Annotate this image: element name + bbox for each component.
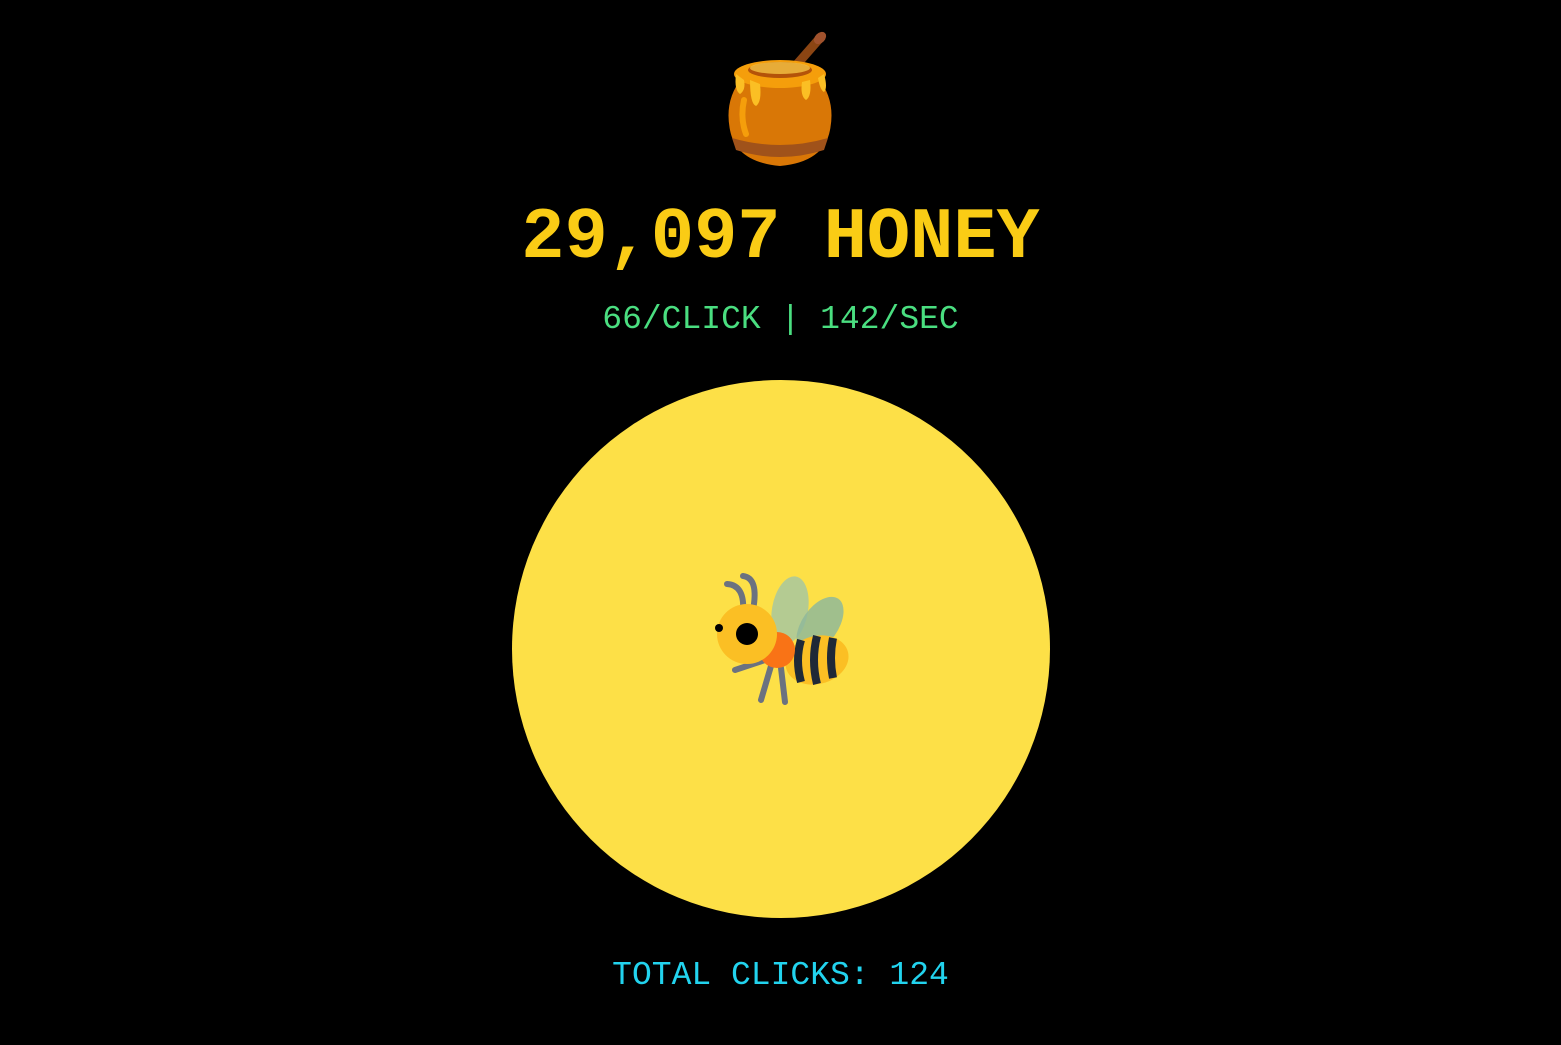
- rates-display: 66/CLICK | 142/SEC: [602, 301, 959, 338]
- honey-count: 29,097 HONEY: [521, 197, 1040, 279]
- bee-click-button[interactable]: [512, 380, 1050, 918]
- honey-pot-icon: [728, 31, 832, 166]
- total-clicks: TOTAL CLICKS: 124: [612, 957, 949, 994]
